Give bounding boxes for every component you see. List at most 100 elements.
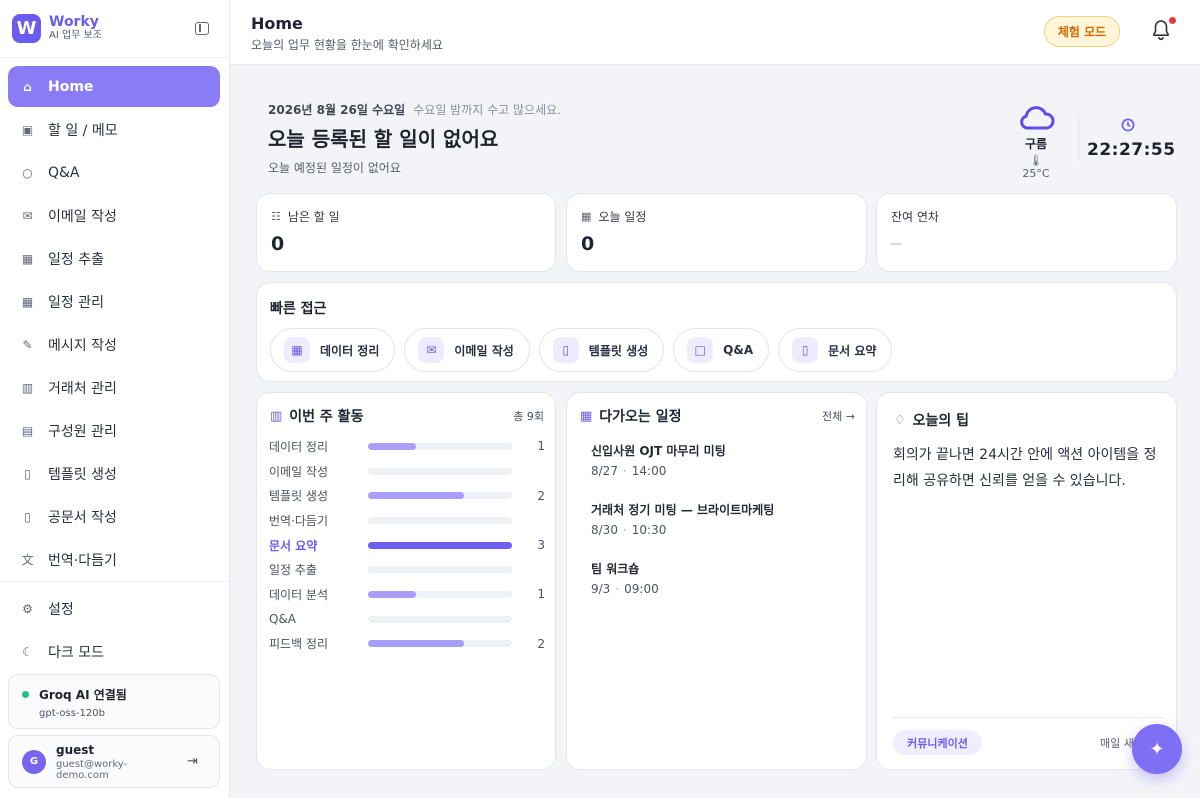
today-schedule-card[interactable]: ▦ 오늘 일정 0: [566, 193, 867, 272]
sidebar-item-home[interactable]: ⌂ Home: [8, 66, 220, 107]
upcoming-schedule-panel: ▦ 다가오는 일정 전체 → 신입사원 OJT 마무리 미팅 8/27 · 14:0…: [566, 392, 867, 770]
sidebar-item-schedule-extract[interactable]: ▦ 일정 추출: [8, 238, 220, 279]
event-time-value: 14:00: [631, 464, 667, 478]
moon-icon: ☾: [22, 644, 33, 659]
sidebar-item-label: 메시지 작성: [48, 337, 117, 354]
sparkle-icon: ✦: [1149, 738, 1165, 760]
quick-qa-button[interactable]: □ Q&A: [673, 328, 770, 372]
weekly-activity-title: 이번 주 활동: [289, 409, 364, 425]
event-datetime: 8/30 · 10:30: [591, 523, 861, 537]
activity-count: 2: [537, 488, 545, 503]
view-all-schedule-link[interactable]: 전체 →: [822, 408, 855, 424]
weather-condition: 구름: [1024, 137, 1048, 151]
upcoming-schedule-heading: ▦ 다가오는 일정: [580, 406, 681, 426]
quick-button-label: 템플릿 생성: [588, 343, 649, 358]
collapse-sidebar-icon[interactable]: [195, 22, 209, 35]
activity-label: 일정 추출: [269, 563, 317, 578]
event-datetime: 9/3 · 09:00: [591, 582, 861, 596]
ai-status: Groq AI 연결됨: [22, 686, 206, 703]
activity-label: 문서 요약: [269, 538, 318, 553]
clock-icon: [1121, 118, 1134, 132]
quick-email-button[interactable]: ✉ 이메일 작성: [404, 328, 530, 372]
activity-count: 2: [537, 636, 545, 651]
sidebar-item-todo[interactable]: ▣ 할 일 / 메모: [8, 109, 220, 150]
event-time-value: 09:00: [624, 582, 659, 596]
building-icon: ▥: [21, 380, 34, 395]
trial-mode-badge[interactable]: 체험 모드: [1044, 16, 1120, 47]
sidebar-navigation: ⌂ Home ▣ 할 일 / 메모 ○ Q&A ✉ 이메일 작성 ▦ 일정 추출…: [0, 58, 229, 580]
stat-label: ▦ 오늘 일정: [581, 208, 646, 225]
activity-row: 문서 요약 3: [269, 533, 547, 558]
event-datetime: 8/27 · 14:00: [591, 464, 861, 478]
sidebar-item-qa[interactable]: ○ Q&A: [8, 152, 220, 193]
greeting-text: 수요일 밤까지 수고 많으세요.: [413, 103, 561, 117]
sidebar-footer: ⚙ 설정 ☾ 다크 모드 Groq AI 연결됨 gpt-oss-120b G …: [0, 581, 229, 794]
gear-icon: ⚙: [22, 601, 33, 616]
dark-mode-toggle[interactable]: ☾ 다크 모드: [8, 631, 220, 672]
mail-icon: ✉: [418, 337, 445, 363]
weekly-activity-panel: ▥ 이번 주 활동 총 9회 데이터 정리 1 이메일 작성 템플릿 생성 2 번역·다듬…: [256, 392, 556, 770]
daily-tip-title: 오늘의 팁: [912, 413, 970, 429]
separator-dot: ·: [622, 464, 627, 478]
sidebar-item-clients[interactable]: ▥ 거래처 관리: [8, 367, 220, 408]
quick-button-label: 문서 요약: [828, 343, 877, 358]
event-date: 8/27: [591, 464, 618, 478]
bell-icon[interactable]: [1151, 18, 1171, 42]
weather-widget: 구름 🌡 25°C: [1016, 101, 1056, 180]
remaining-tasks-card[interactable]: ☷ 남은 할 일 0: [256, 193, 556, 272]
list-item[interactable]: 팀 워크숍 9/3 · 09:00: [591, 560, 861, 619]
sidebar-item-email[interactable]: ✉ 이메일 작성: [8, 195, 220, 236]
sidebar-item-label: 이메일 작성: [48, 208, 117, 225]
sidebar-item-members[interactable]: ▤ 구성원 관리: [8, 410, 220, 451]
sidebar-item-label: 거래처 관리: [48, 380, 117, 397]
quick-button-label: 데이터 정리: [320, 343, 380, 358]
today-schedule-value: 0: [581, 233, 595, 255]
sidebar-item-schedule-manage[interactable]: ▦ 일정 관리: [8, 281, 220, 322]
activity-row: 데이터 정리 1: [269, 434, 547, 459]
activity-bar-track: [368, 590, 512, 598]
activity-bar-track: [368, 640, 512, 648]
quick-summary-button[interactable]: ▯ 문서 요약: [778, 328, 893, 372]
list-item[interactable]: 거래처 정기 미팅 — 브라이트마케팅 8/30 · 10:30: [591, 501, 861, 560]
remaining-tasks-value: 0: [271, 233, 285, 255]
list-item[interactable]: 신입사원 OJT 마무리 미팅 8/27 · 14:00: [591, 442, 861, 501]
quick-button-label: Q&A: [723, 343, 754, 357]
user-info: guest guest@worky-demo.com: [56, 743, 176, 781]
activity-bar: [368, 640, 464, 648]
weekly-activity-total: 총 9회: [513, 410, 544, 423]
weekly-activity-heading: ▥ 이번 주 활동: [270, 406, 363, 426]
stat-label: 잔여 연차: [891, 208, 939, 225]
sidebar-item-settings[interactable]: ⚙ 설정: [8, 588, 220, 629]
ai-assistant-button[interactable]: ✦: [1132, 724, 1182, 774]
id-card-icon: ▤: [21, 423, 34, 438]
tip-divider: [893, 717, 1164, 718]
sidebar-item-translate[interactable]: 文 번역·다듬기: [8, 539, 220, 580]
activity-bar-track: [368, 541, 512, 549]
quick-access-title: 빠른 접근: [270, 301, 327, 317]
current-time: 22:27:55: [1087, 140, 1176, 160]
quick-access-buttons: ▦ 데이터 정리 ✉ 이메일 작성 ▯ 템플릿 생성 □ Q&A ▯ 문서 요약: [270, 328, 893, 372]
edit-icon: ✎: [22, 337, 33, 352]
stat-label-text: 오늘 일정: [598, 210, 647, 224]
activity-count: 1: [537, 587, 545, 602]
chat-icon: ○: [22, 165, 33, 180]
sidebar-item-official-document[interactable]: ▯ 공문서 작성: [8, 496, 220, 537]
bar-chart-icon: ▥: [270, 408, 283, 424]
cloud-icon: [1020, 106, 1055, 130]
stat-label-text: 잔여 연차: [891, 210, 939, 224]
brand-text: Worky AI 업무 보조: [49, 15, 102, 42]
remaining-leave-card[interactable]: 잔여 연차: [876, 193, 1177, 272]
activity-bar-track: [368, 615, 512, 623]
quick-template-button[interactable]: ▯ 템플릿 생성: [538, 328, 665, 372]
table-icon: ▦: [284, 337, 310, 363]
activity-row: 이메일 작성: [269, 459, 547, 484]
quick-data-organize-button[interactable]: ▦ 데이터 정리: [270, 328, 396, 372]
sidebar-item-template[interactable]: ▯ 템플릿 생성: [8, 453, 220, 494]
logout-icon[interactable]: ⇥: [187, 754, 198, 769]
calendar-icon: ▦: [581, 210, 592, 223]
document-icon: ▯: [792, 337, 819, 363]
sidebar-item-label: 일정 추출: [48, 251, 104, 268]
top-bar: Home 오늘의 업무 현황을 한눈에 확인하세요 체험 모드: [230, 0, 1200, 65]
calendar-icon: ▦: [21, 251, 34, 266]
sidebar-item-message[interactable]: ✎ 메시지 작성: [8, 324, 220, 365]
